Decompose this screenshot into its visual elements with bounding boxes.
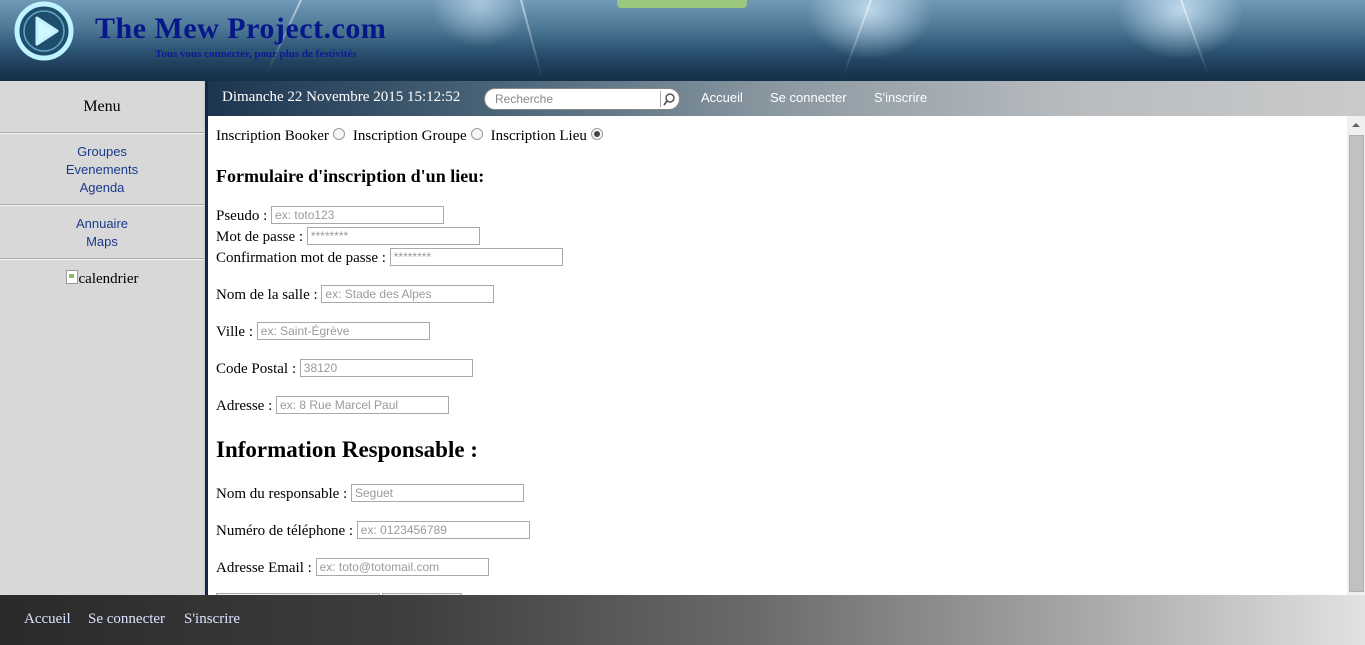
sidebar-item-maps[interactable]: Maps [0,233,204,251]
footer-link-se-connecter[interactable]: Se connecter [88,611,165,628]
sidebar: Menu Groupes Evenements Agenda Annuaire … [0,81,205,595]
city-field[interactable] [256,322,430,340]
scrollbar-thumb[interactable] [1349,135,1364,592]
postal-code-row: Code Postal : [216,359,473,378]
phone-field[interactable] [356,521,530,539]
venue-name-label: Nom de la salle : [216,287,318,303]
venue-name-row: Nom de la salle : [216,285,495,304]
site-title[interactable]: The Mew Project.com [95,12,386,46]
sidebar-item-agenda[interactable]: Agenda [0,179,204,197]
city-label: Ville : [216,324,254,340]
sidebar-item-annuaire[interactable]: Annuaire [0,215,204,233]
sidebar-divider [0,132,204,134]
address-label: Adresse : [216,398,273,414]
site-tagline: Tous vous connecter, pour plus de festiv… [155,48,357,60]
search-input[interactable] [495,91,655,107]
address-row: Adresse : [216,396,449,415]
pseudo-label: Pseudo : [216,208,268,224]
search-icon[interactable] [660,91,677,107]
content-scrollbar[interactable] [1347,116,1365,595]
radio-label-booker: Inscription Booker [216,128,329,144]
sidebar-divider [0,258,204,260]
postal-code-field[interactable] [299,359,473,377]
footer-link-accueil[interactable]: Accueil [24,611,71,628]
nav-link-accueil[interactable]: Accueil [701,90,743,105]
responsible-name-row: Nom du responsable : [216,484,524,503]
radio-booker[interactable] [332,128,345,140]
address-field[interactable] [276,396,449,414]
radio-label-lieu: Inscription Lieu [490,128,587,144]
sidebar-divider [0,204,204,206]
form-title: Formulaire d'inscription d'un lieu: [216,166,485,186]
header-light-beam [842,0,872,77]
password-confirm-field[interactable] [389,248,563,266]
sidebar-item-evenements[interactable]: Evenements [0,161,204,179]
password-confirm-row: Confirmation mot de passe : [216,248,563,267]
sidebar-item-groupes[interactable]: Groupes [0,143,204,161]
header-light-beam [520,0,543,79]
postal-code-label: Code Postal : [216,361,297,377]
nav-link-se-connecter[interactable]: Se connecter [770,90,847,105]
phone-label: Numéro de téléphone : [216,523,354,539]
site-footer: Accueil Se connecter S'inscrire [0,595,1365,645]
broken-image-icon [65,270,78,284]
phone-row: Numéro de téléphone : [216,521,530,540]
email-label: Adresse Email : [216,560,312,576]
password-label: Mot de passe : [216,229,304,245]
email-row: Adresse Email : [216,558,489,577]
radio-label-groupe: Inscription Groupe [352,128,467,144]
current-datetime: Dimanche 22 Novembre 2015 15:12:52 [222,89,461,105]
city-row: Ville : [216,322,430,341]
site-header: The Mew Project.com Tous vous connecter,… [0,0,1365,81]
email-field[interactable] [315,558,489,576]
sidebar-menu-title: Menu [83,98,121,115]
password-field[interactable] [306,227,480,245]
pseudo-row: Pseudo : [216,206,445,225]
password-row: Mot de passe : [216,227,480,246]
responsible-name-field[interactable] [350,484,524,502]
nav-link-sinscrire[interactable]: S'inscrire [874,90,927,105]
venue-name-field[interactable] [321,285,495,303]
header-light-beam [1180,0,1210,77]
play-circle-icon[interactable] [13,0,75,62]
top-navbar: Dimanche 22 Novembre 2015 15:12:52 Accue… [205,81,1365,116]
responsible-section-title: Information Responsable : [216,437,478,462]
scroll-up-arrow-icon[interactable] [1347,116,1365,133]
registration-type-radios: Inscription Booker Inscription Groupe Insc… [216,128,611,145]
calendar-alt-text: calendrier [78,271,139,287]
footer-link-sinscrire[interactable]: S'inscrire [184,611,240,628]
radio-lieu[interactable] [590,128,603,140]
calendar-image: calendrier [0,270,204,288]
main-content: Inscription Booker Inscription Groupe Insc… [205,116,1350,595]
radio-groupe[interactable] [470,128,483,140]
password-confirm-label: Confirmation mot de passe : [216,250,386,266]
pseudo-field[interactable] [271,206,445,224]
search-box [484,88,680,110]
header-top-tab [617,0,747,8]
responsible-name-label: Nom du responsable : [216,486,348,502]
